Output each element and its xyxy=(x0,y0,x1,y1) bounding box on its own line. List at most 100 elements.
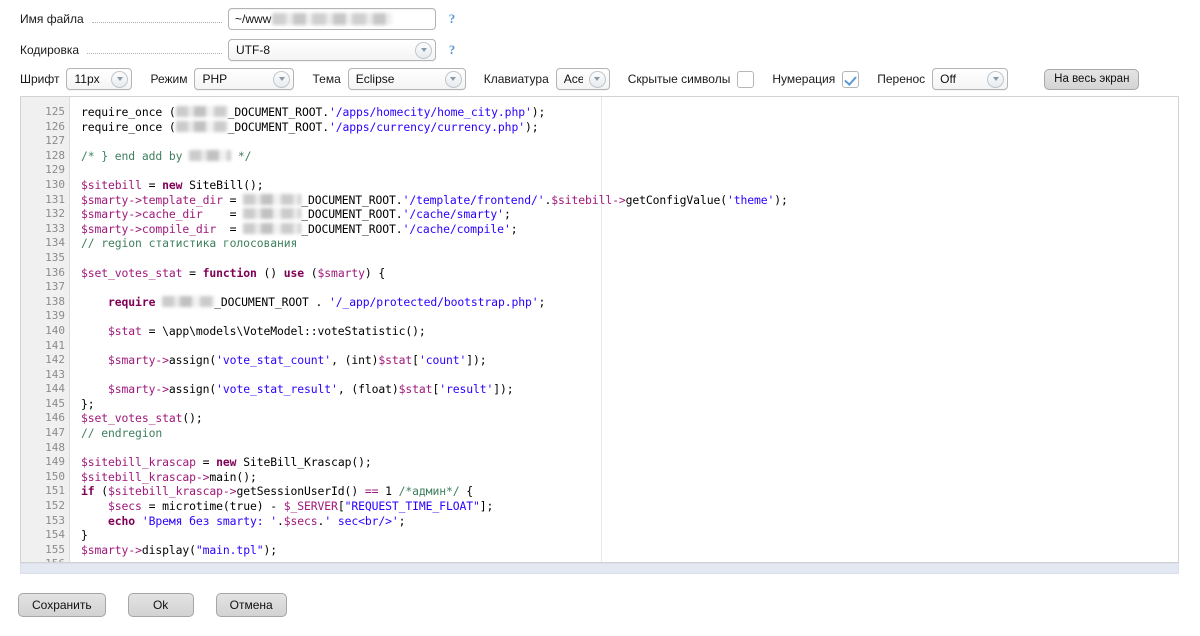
code-token: function xyxy=(202,265,257,280)
filename-help-icon[interactable]: ? xyxy=(445,12,459,26)
code-content[interactable]: require_once (_DOCUMENT_ROOT.'/apps/home… xyxy=(70,97,1178,562)
code-token: $sitebill_krascap xyxy=(108,484,223,499)
line-number: 128 xyxy=(45,148,65,162)
code-line: $smarty->cache_dir = _DOCUMENT_ROOT.'/ca… xyxy=(81,207,1178,222)
gutter-lines: 125126127128129130131132133134135 136▾137… xyxy=(21,97,75,562)
code-token: '/template/frontend/' xyxy=(402,192,545,207)
code-token: template_dir xyxy=(141,192,223,207)
line-number: 143 xyxy=(45,367,65,381)
code-token: 'vote_stat_count' xyxy=(216,353,332,368)
keyboard-value: Ace xyxy=(563,72,583,86)
code-token: ; xyxy=(503,207,511,222)
encoding-label: Кодировка xyxy=(20,43,80,57)
line-number: 145 xyxy=(45,396,65,410)
encoding-select[interactable]: UTF-8 xyxy=(228,39,436,61)
code-token: = microtime(true) - xyxy=(141,499,284,514)
line-number: 152 xyxy=(45,499,65,513)
code-token: $sitebill_krascap xyxy=(81,455,196,470)
filename-input[interactable]: ~/www xyxy=(228,8,436,30)
code-token: cache_dir xyxy=(141,207,203,222)
code-token: $sitebill_krascap xyxy=(81,469,196,484)
code-token: assign( xyxy=(168,353,217,368)
redacted-token xyxy=(243,193,302,205)
encoding-value: UTF-8 xyxy=(236,43,270,57)
code-token: '/cache/compile' xyxy=(402,221,511,236)
invisibles-checkbox[interactable] xyxy=(737,70,755,88)
code-line: require_once (_DOCUMENT_ROOT.'/apps/curr… xyxy=(81,120,1178,135)
code-token: ]); xyxy=(466,353,487,368)
save-button[interactable]: Сохранить xyxy=(18,593,106,617)
code-token: = xyxy=(222,192,244,207)
filename-label-group: Имя файла xyxy=(20,12,228,26)
keyboard-label: Клавиатура xyxy=(483,72,549,86)
chevron-down-icon xyxy=(987,70,1005,88)
code-token: compile_dir xyxy=(141,221,217,236)
line-number: 133 xyxy=(45,221,65,235)
code-token: ( xyxy=(94,484,109,499)
encoding-help-icon[interactable]: ? xyxy=(445,43,459,57)
chevron-down-icon xyxy=(111,70,129,88)
redacted-token xyxy=(189,149,232,161)
code-token: _DOCUMENT_ROOT . xyxy=(214,294,329,309)
code-token: ); xyxy=(524,119,539,134)
ok-button[interactable]: Ok xyxy=(127,593,194,617)
fullscreen-button[interactable]: На весь экран xyxy=(1044,68,1140,90)
code-token: $stat xyxy=(398,382,433,397)
leader-dots xyxy=(87,42,222,54)
code-lines: require_once (_DOCUMENT_ROOT.'/apps/home… xyxy=(81,105,1178,562)
code-token: = xyxy=(216,221,244,236)
encoding-row: Кодировка UTF-8 ? xyxy=(20,39,459,61)
code-token: '/apps/homecity/home_city.php' xyxy=(328,105,532,119)
theme-select[interactable]: Eclipse xyxy=(347,68,466,90)
line-number: 127 xyxy=(45,134,65,148)
footer-actions: Сохранить Ok Отмена xyxy=(18,593,309,617)
code-token: , (float) xyxy=(337,382,399,397)
code-line: $secs = microtime(true) - $_SERVER["REQU… xyxy=(81,499,1178,514)
code-token: require_once ( xyxy=(81,119,176,134)
code-token: display( xyxy=(141,542,196,557)
code-line: $sitebill = new SiteBill(); xyxy=(81,178,1178,193)
mode-label: Режим xyxy=(150,72,188,86)
code-token: -> xyxy=(612,192,626,207)
redacted-token xyxy=(175,106,228,117)
code-token: (); xyxy=(182,411,203,426)
code-token: // endregion xyxy=(81,426,163,441)
code-token: -> xyxy=(222,484,237,499)
code-token: '/_app/protected/bootstrap.php' xyxy=(329,294,539,309)
code-token: ' sec<br/>' xyxy=(324,513,399,528)
mode-select[interactable]: PHP xyxy=(194,68,295,90)
line-number: 141 xyxy=(45,338,65,352)
code-token: -> xyxy=(128,221,142,236)
code-token: new xyxy=(162,177,183,192)
line-number: 155 xyxy=(45,542,65,556)
code-token: SiteBill_Krascap(); xyxy=(236,455,372,470)
code-token: -> xyxy=(128,192,142,207)
code-token: SiteBill(); xyxy=(182,177,264,192)
code-token: /* } end add by xyxy=(81,148,190,163)
code-token: /*админ*/ xyxy=(398,484,460,499)
font-size-select[interactable]: 11px xyxy=(66,68,133,90)
line-number: 130 xyxy=(45,177,65,191)
editor-toolbar: Шрифт 11px Режим PHP Тема Eclipse Клавиа… xyxy=(20,68,1140,90)
keyboard-select[interactable]: Ace xyxy=(555,68,610,90)
line-number: 153 xyxy=(45,513,65,527)
line-number: 137 xyxy=(45,280,65,294)
code-line: /* } end add by */ xyxy=(81,149,1178,164)
wrap-select[interactable]: Off xyxy=(932,68,1009,90)
horizontal-scrollbar[interactable] xyxy=(20,563,1179,574)
line-number: 126 xyxy=(45,119,65,133)
line-numbers-checkbox[interactable] xyxy=(842,70,860,88)
code-token: $smarty xyxy=(317,265,365,280)
chevron-down-icon xyxy=(273,70,291,88)
code-line: if ($sitebill_krascap->getSessionUserId(… xyxy=(81,484,1178,499)
cancel-button[interactable]: Отмена xyxy=(215,593,287,617)
chevron-down-icon xyxy=(415,41,432,59)
code-editor[interactable]: 125126127128129130131132133134135 136▾137… xyxy=(20,96,1179,563)
